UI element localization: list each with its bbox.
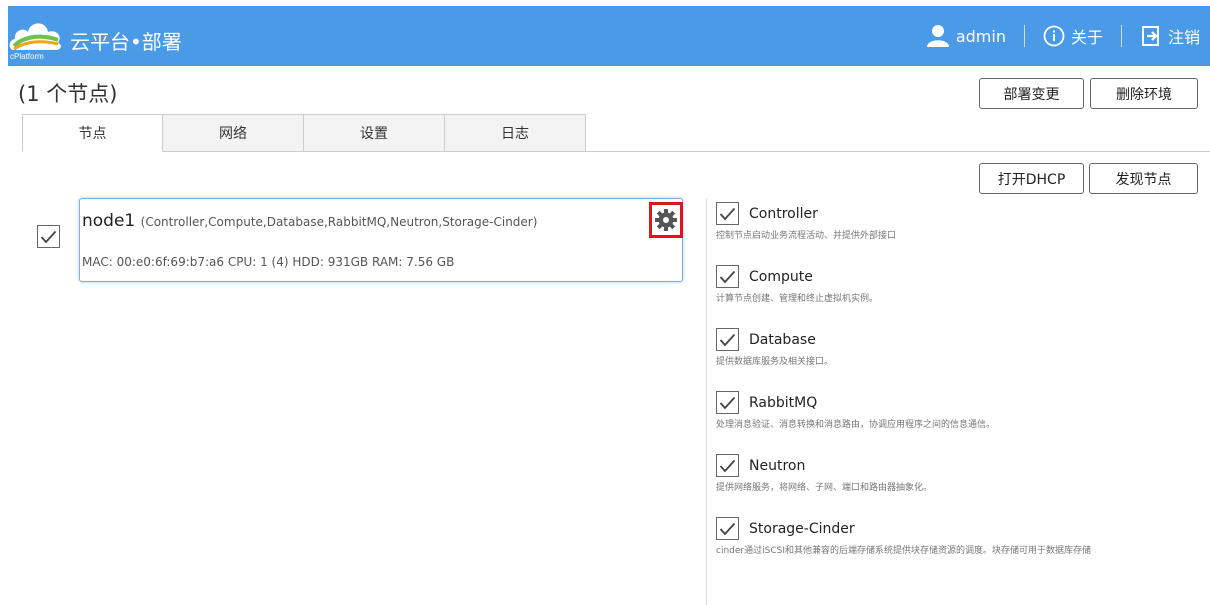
role-name: Controller — [749, 205, 818, 222]
role-desc: 处理消息验证、消息转换和消息路由，协调应用程序之间的信息通信。 — [716, 420, 996, 430]
discover-nodes-button[interactable]: 发现节点 — [1089, 163, 1198, 194]
about-link[interactable]: 关于 — [1043, 24, 1103, 48]
node-checkbox[interactable] — [37, 225, 60, 248]
role-checkbox[interactable] — [716, 328, 739, 351]
logout-icon — [1141, 26, 1159, 46]
about-label: 关于 — [1070, 28, 1103, 47]
app-title: 云平台•部署 — [70, 30, 182, 54]
info-icon — [1043, 25, 1065, 47]
change-deploy-button[interactable]: 部署变更 — [979, 78, 1084, 109]
role-name: Compute — [749, 268, 813, 285]
gear-icon — [655, 209, 677, 231]
user-icon — [926, 25, 949, 47]
node-specs: MAC: 00:e0:6f:69:b7:a6 CPU: 1 (4) HDD: 9… — [82, 255, 455, 269]
role-name: Storage-Cinder — [749, 520, 855, 537]
logo-text: cPlatform — [10, 52, 44, 61]
node-settings-button[interactable] — [649, 202, 683, 238]
tab-logs[interactable]: 日志 — [445, 114, 586, 152]
node-roles: (Controller,Compute,Database,RabbitMQ,Ne… — [140, 215, 538, 229]
checkmark-icon — [719, 459, 736, 472]
divider — [1023, 25, 1025, 47]
role-desc: 提供网络服务，将网络、子网、端口和路由器抽象化。 — [716, 483, 933, 493]
checkmark-icon — [719, 333, 736, 346]
tab-network[interactable]: 网络 — [163, 114, 304, 152]
role-item-database: Database 提供数据库服务及相关接口。 — [716, 328, 1196, 367]
node-name: node1 — [82, 211, 136, 231]
top-right-menu: admin 关于 注销 — [926, 23, 1200, 49]
node-count: (1 个节点) — [18, 82, 118, 106]
checkmark-icon — [40, 230, 57, 243]
checkmark-icon — [719, 522, 736, 535]
role-item-controller: Controller 控制节点启动业务流程活动、并提供外部接口 — [716, 202, 1196, 241]
logout-label: 注销 — [1167, 28, 1200, 47]
role-item-neutron: Neutron 提供网络服务，将网络、子网、端口和路由器抽象化。 — [716, 454, 1196, 493]
role-desc: 控制节点启动业务流程活动、并提供外部接口 — [716, 231, 897, 241]
role-checkbox[interactable] — [716, 265, 739, 288]
role-checkbox[interactable] — [716, 202, 739, 225]
tab-bar: 节点 网络 设置 日志 — [22, 114, 586, 152]
logout-link[interactable]: 注销 — [1140, 24, 1200, 48]
node-card[interactable]: node1 (Controller,Compute,Database,Rabbi… — [79, 198, 683, 282]
divider — [1120, 25, 1122, 47]
cloud-logo-icon — [9, 23, 61, 51]
role-desc: cinder通过iSCSI和其他兼容的后端存储系统提供块存储资源的调度。块存储可… — [716, 546, 1091, 556]
tab-settings[interactable]: 设置 — [304, 114, 445, 152]
role-item-compute: Compute 计算节点创建、管理和终止虚拟机实例。 — [716, 265, 1196, 304]
checkmark-icon — [719, 207, 736, 220]
top-bar: cPlatform 云平台•部署 admin 关于 注销 — [8, 6, 1210, 66]
cplatform-logo[interactable]: cPlatform — [8, 12, 64, 62]
checkmark-icon — [719, 396, 736, 409]
role-desc: 计算节点创建、管理和终止虚拟机实例。 — [716, 294, 879, 304]
role-item-storage-cinder: Storage-Cinder cinder通过iSCSI和其他兼容的后端存储系统… — [716, 517, 1196, 556]
user-name: admin — [955, 26, 1006, 46]
role-desc: 提供数据库服务及相关接口。 — [716, 357, 834, 367]
role-checkbox[interactable] — [716, 517, 739, 540]
role-checkbox[interactable] — [716, 391, 739, 414]
role-name: Neutron — [749, 457, 806, 474]
panel-divider — [706, 198, 707, 605]
role-name: Database — [749, 331, 816, 348]
checkmark-icon — [719, 270, 736, 283]
role-name: RabbitMQ — [749, 394, 818, 411]
delete-env-button[interactable]: 删除环境 — [1090, 78, 1198, 109]
open-dhcp-button[interactable]: 打开DHCP — [979, 163, 1084, 194]
user-menu[interactable]: admin — [926, 25, 1006, 47]
role-checkbox[interactable] — [716, 454, 739, 477]
tab-nodes[interactable]: 节点 — [22, 114, 163, 152]
node-header: node1 (Controller,Compute,Database,Rabbi… — [80, 211, 537, 231]
role-item-rabbitmq: RabbitMQ 处理消息验证、消息转换和消息路由，协调应用程序之间的信息通信。 — [716, 391, 1196, 430]
